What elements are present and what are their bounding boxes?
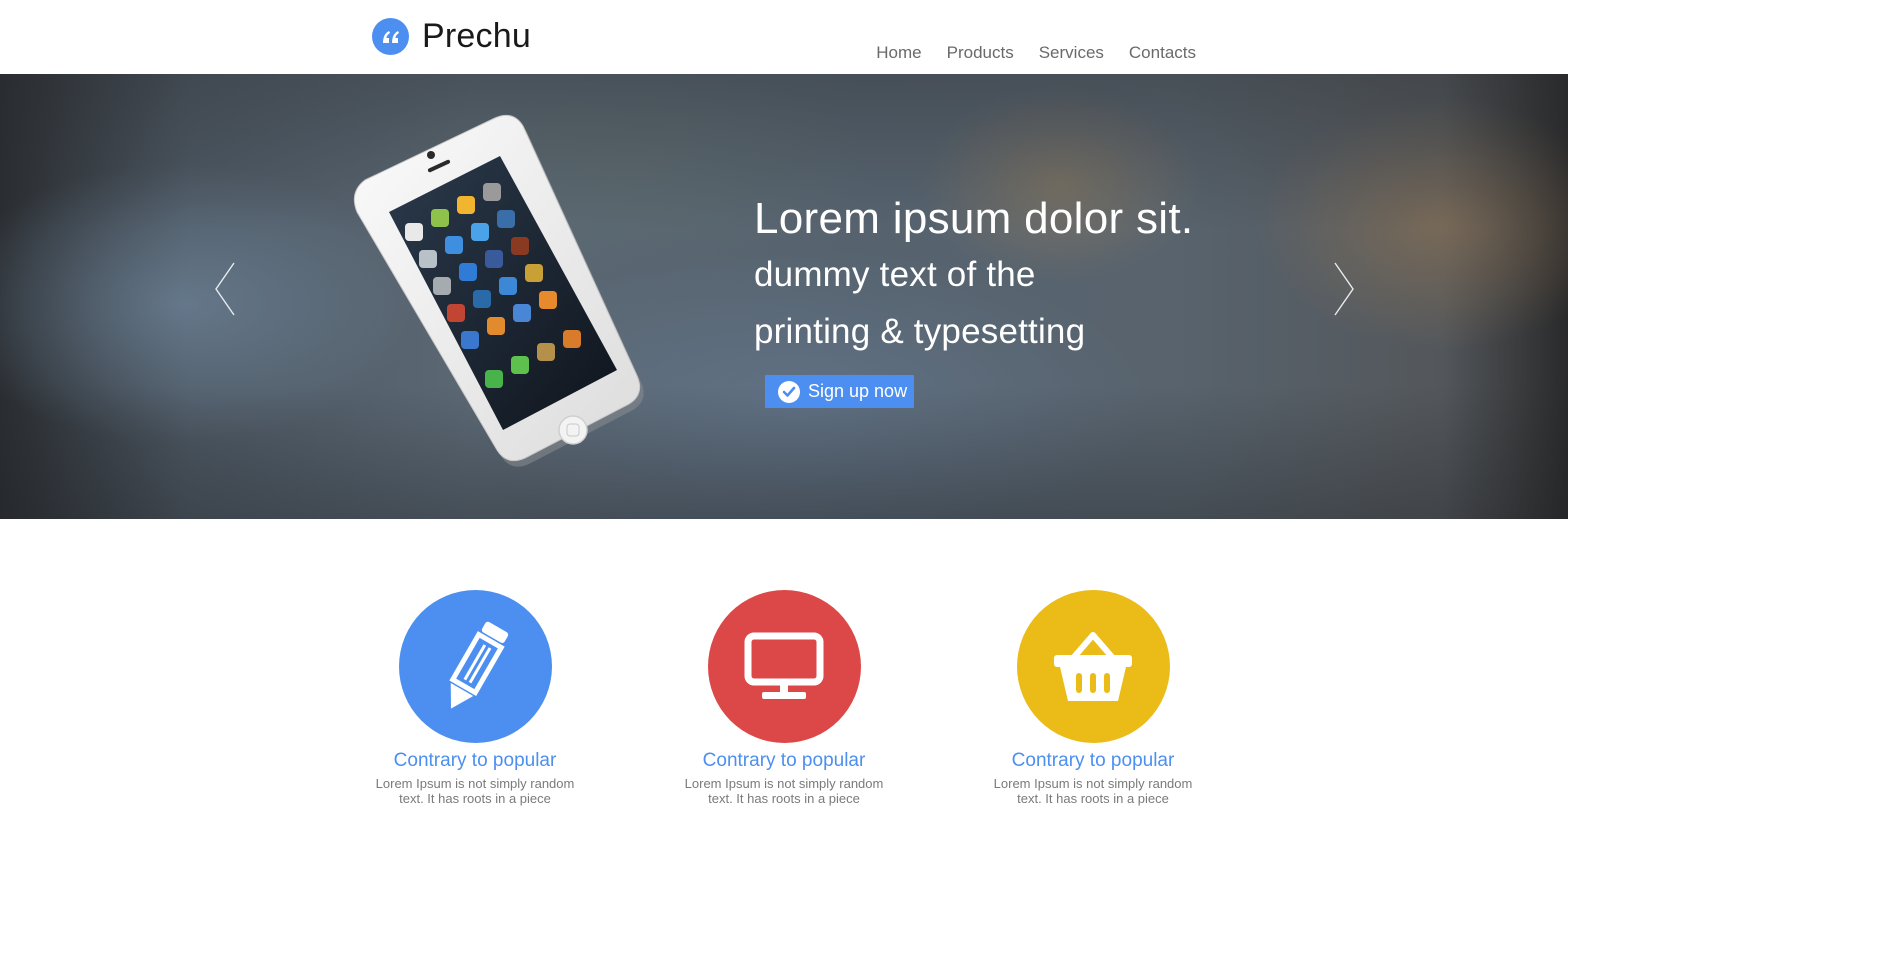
- check-circle-icon: [778, 380, 800, 403]
- basket-icon[interactable]: [1016, 590, 1170, 743]
- feature-title: Contrary to popular: [393, 750, 557, 771]
- feature-card: Contrary to popular Lorem Ipsum is not s…: [983, 590, 1203, 806]
- nav-home[interactable]: Home: [876, 42, 921, 64]
- features-section: Contrary to popular Lorem Ipsum is not s…: [0, 519, 1568, 806]
- feature-title: Contrary to popular: [1011, 750, 1175, 771]
- feature-text: Lorem Ipsum is not simply random text. I…: [375, 776, 575, 806]
- hero-title: Lorem ipsum dolor sit.: [754, 194, 1194, 243]
- hero-subtitle-line1: dummy text of the: [754, 255, 1036, 294]
- site-header: Prechu Home Products Services Contacts: [0, 0, 1568, 74]
- chevron-right-icon[interactable]: [1333, 262, 1355, 316]
- signup-button[interactable]: Sign up now: [765, 375, 914, 408]
- feature-text: Lorem Ipsum is not simply random text. I…: [684, 776, 884, 806]
- feature-title: Contrary to popular: [702, 750, 866, 771]
- main-nav: Home Products Services Contacts: [851, 42, 1196, 64]
- nav-contacts[interactable]: Contacts: [1129, 42, 1196, 64]
- hero-subtitle-line2: printing & typesetting: [754, 312, 1086, 351]
- logo[interactable]: Prechu: [372, 18, 531, 55]
- nav-products[interactable]: Products: [947, 42, 1014, 64]
- pencil-icon[interactable]: [398, 590, 552, 743]
- nav-services[interactable]: Services: [1039, 42, 1104, 64]
- signup-button-label: Sign up now: [808, 381, 908, 401]
- iphone-device-image: [335, 108, 665, 468]
- hero-text: Lorem ipsum dolor sit. dummy text of the…: [754, 192, 1193, 360]
- monitor-icon[interactable]: [707, 590, 861, 743]
- quote-icon: [372, 18, 409, 55]
- hero-slider: Lorem ipsum dolor sit. dummy text of the…: [0, 74, 1568, 519]
- feature-card: Contrary to popular Lorem Ipsum is not s…: [365, 590, 585, 806]
- logo-text: Prechu: [422, 17, 531, 55]
- chevron-left-icon[interactable]: [214, 262, 236, 316]
- feature-card: Contrary to popular Lorem Ipsum is not s…: [674, 590, 894, 806]
- feature-text: Lorem Ipsum is not simply random text. I…: [993, 776, 1193, 806]
